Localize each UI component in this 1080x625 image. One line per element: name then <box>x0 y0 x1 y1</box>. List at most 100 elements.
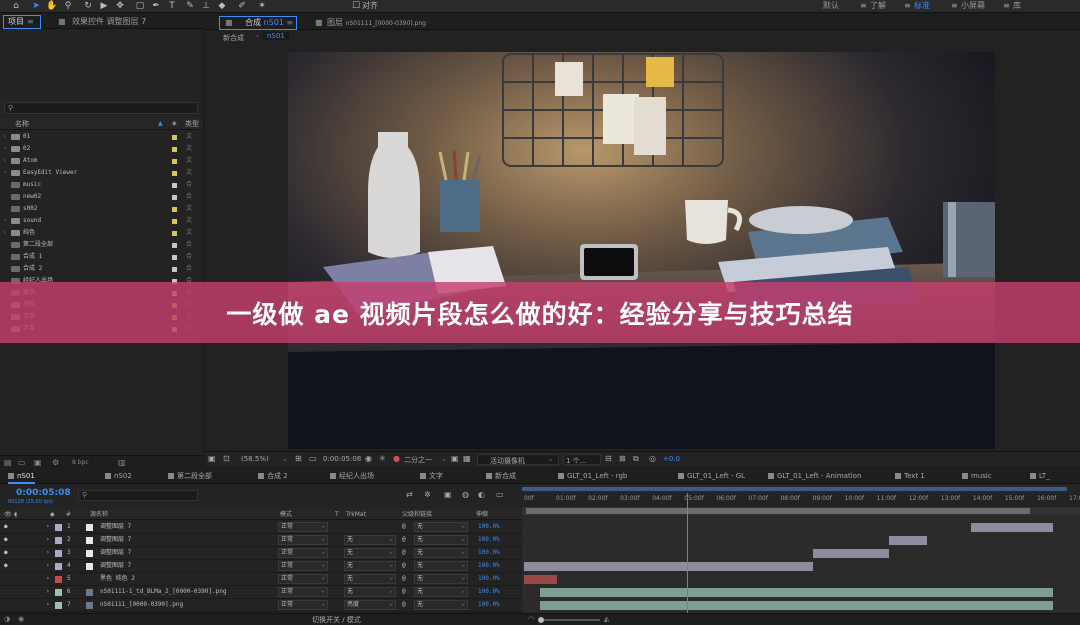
rotate-tool-icon[interactable]: ↻ <box>82 0 94 12</box>
visibility-eye-icon[interactable]: ● <box>4 521 8 534</box>
parent-pickwhip-icon[interactable]: @ <box>402 586 406 599</box>
project-item[interactable]: › Atom 文 <box>0 155 200 167</box>
views-dropdown[interactable]: 1 个... <box>563 454 601 465</box>
visibility-eye-icon[interactable]: ● <box>4 560 8 573</box>
zoom-tool-icon[interactable]: ⚲ <box>62 0 74 12</box>
zoom-out-icon[interactable]: ◠ <box>528 615 534 623</box>
expand-arrow-icon[interactable]: › <box>3 155 7 167</box>
project-item[interactable]: › 02 文 <box>0 143 200 155</box>
label-color-swatch[interactable] <box>172 171 177 176</box>
layer-duration-bar[interactable] <box>889 536 928 545</box>
align-checkbox-icon[interactable]: ☐ <box>350 0 362 12</box>
toggle-switches-icon[interactable]: ◉ <box>18 615 24 623</box>
hide-shy-icon[interactable]: ▣ <box>444 490 452 499</box>
workspace-menu-icon[interactable]: ≡ <box>951 0 958 12</box>
camera-dropdown[interactable]: 活动摄像机 ⌄ <box>477 454 559 465</box>
new-comp-icon[interactable]: ▣ <box>34 458 42 467</box>
timeline-tab[interactable]: music <box>962 469 992 484</box>
region-of-interest-icon[interactable]: ▭ <box>309 454 317 463</box>
label-color-swatch[interactable] <box>172 183 177 188</box>
settings-icon[interactable]: ⚙ <box>52 458 59 467</box>
label-color-swatch[interactable] <box>172 195 177 200</box>
timeline-tab[interactable]: nS02 <box>105 469 132 484</box>
workspace-menu-icon[interactable]: ≡ <box>904 0 911 12</box>
label-color-swatch[interactable] <box>172 147 177 152</box>
render-time-icon[interactable]: ◑ <box>4 615 10 623</box>
trkmat-dropdown[interactable]: 无 <box>344 574 396 584</box>
flowchart-icon[interactable]: ⧉ <box>633 454 639 464</box>
workspace-0[interactable]: 默认 <box>823 0 839 12</box>
layer-label-swatch[interactable] <box>55 550 62 557</box>
expand-arrow-icon[interactable]: › <box>46 560 50 573</box>
trkmat-dropdown[interactable]: 无 <box>344 561 396 571</box>
time-navigator[interactable] <box>522 487 1067 491</box>
expand-arrow-icon[interactable]: › <box>3 227 7 239</box>
transparency-grid-icon[interactable]: ▦ <box>463 454 471 463</box>
label-color-swatch[interactable] <box>172 135 177 140</box>
timeline-search-input[interactable]: ⚲ <box>78 490 198 501</box>
rectangle-tool-icon[interactable]: ▢ <box>134 0 146 12</box>
show-channel-icon[interactable]: ● <box>393 454 400 463</box>
clone-stamp-icon[interactable]: ⊥ <box>200 0 212 12</box>
parent-dropdown[interactable]: 无 <box>414 561 468 571</box>
col-type-header[interactable]: 类型 <box>185 118 199 130</box>
label-color-swatch[interactable] <box>172 159 177 164</box>
parent-dropdown[interactable]: 无 <box>414 574 468 584</box>
label-color-swatch[interactable] <box>172 231 177 236</box>
col-parent[interactable]: 父级和链接 <box>402 509 432 520</box>
layer-duration-bar[interactable] <box>540 588 1053 597</box>
tab-effect-controls[interactable]: 效果控件 调整图层 7 <box>72 14 146 29</box>
layer-name[interactable]: 调整图层 7 <box>100 547 131 560</box>
project-item[interactable]: › EasyEdit Viewer 文 <box>0 167 200 179</box>
parent-dropdown[interactable]: 无 <box>414 600 468 610</box>
col-stretch[interactable]: 伸缩 <box>476 509 488 520</box>
layer-name[interactable]: 调整图层 7 <box>100 534 131 547</box>
label-color-swatch[interactable] <box>172 267 177 272</box>
label-color-swatch[interactable] <box>172 243 177 248</box>
expand-arrow-icon[interactable]: › <box>46 521 50 534</box>
layer-label-swatch[interactable] <box>55 602 62 609</box>
stretch-value[interactable]: 100.0% <box>478 521 500 534</box>
trkmat-dropdown[interactable]: 无 <box>344 587 396 597</box>
timeline-tab[interactable]: 合成 2 <box>258 469 288 484</box>
expand-arrow-icon[interactable]: › <box>46 547 50 560</box>
layer-name[interactable]: nS01111-1_td_BLMa_2_[0000-0390].png <box>100 586 226 599</box>
pan-behind-tool-icon[interactable]: ✥ <box>114 0 126 12</box>
expand-arrow-icon[interactable]: › <box>3 131 7 143</box>
stretch-value[interactable]: 100.0% <box>478 586 500 599</box>
toggle-pixel-aspect-icon[interactable]: ⊟ <box>605 454 612 463</box>
parent-pickwhip-icon[interactable]: @ <box>402 599 406 612</box>
timeline-tab[interactable]: 文字 <box>420 469 443 484</box>
parent-dropdown[interactable]: 无 <box>414 548 468 558</box>
label-color-swatch[interactable] <box>172 207 177 212</box>
expand-arrow-icon[interactable]: › <box>46 573 50 586</box>
layer-row[interactable]: › 5 黑色 纯色 2 正常 无 @ 无 100.0% <box>0 573 522 586</box>
layer-row[interactable]: ● › 4 调整图层 7 正常 无 @ 无 100.0% <box>0 560 522 573</box>
col-source-name[interactable]: 源名称 <box>90 509 108 520</box>
layer-duration-bar[interactable] <box>812 549 890 558</box>
col-mode[interactable]: 模式 <box>280 509 292 520</box>
mode-dropdown[interactable]: 正常 <box>278 574 328 584</box>
stretch-value[interactable]: 100.0% <box>478 560 500 573</box>
parent-pickwhip-icon[interactable]: @ <box>402 534 406 547</box>
project-item[interactable]: › 01 文 <box>0 131 200 143</box>
layer-label-swatch[interactable] <box>55 524 62 531</box>
interpret-footage-icon[interactable]: ▤ <box>4 458 12 467</box>
label-color-swatch[interactable] <box>172 255 177 260</box>
workspace-4[interactable]: 库 <box>1013 0 1021 12</box>
timeline-tab[interactable]: LT_ <box>1030 469 1050 484</box>
comp-flowchart-icon[interactable]: ⇄ <box>406 490 413 499</box>
mode-dropdown[interactable]: 正常 <box>278 535 328 545</box>
workspace-1[interactable]: 了解 <box>870 0 886 12</box>
layer-label-swatch[interactable] <box>55 576 62 583</box>
layer-row[interactable]: › 6 nS01111-1_td_BLMa_2_[0000-0390].png 正常 无… <box>0 586 522 599</box>
parent-pickwhip-icon[interactable]: @ <box>402 560 406 573</box>
timeline-tab[interactable]: nS01 <box>8 469 35 484</box>
mask-visibility-icon[interactable]: ⊡ <box>223 454 230 463</box>
zoom-in-icon[interactable]: ◭ <box>604 615 609 623</box>
timeline-tab[interactable]: 新合成 <box>486 469 516 484</box>
grid-icon[interactable]: ⊞ <box>295 454 302 463</box>
motion-blur-icon[interactable]: ◐ <box>478 490 485 499</box>
draft-3d-icon[interactable]: ✲ <box>424 490 431 499</box>
parent-dropdown[interactable]: 无 <box>414 522 468 532</box>
